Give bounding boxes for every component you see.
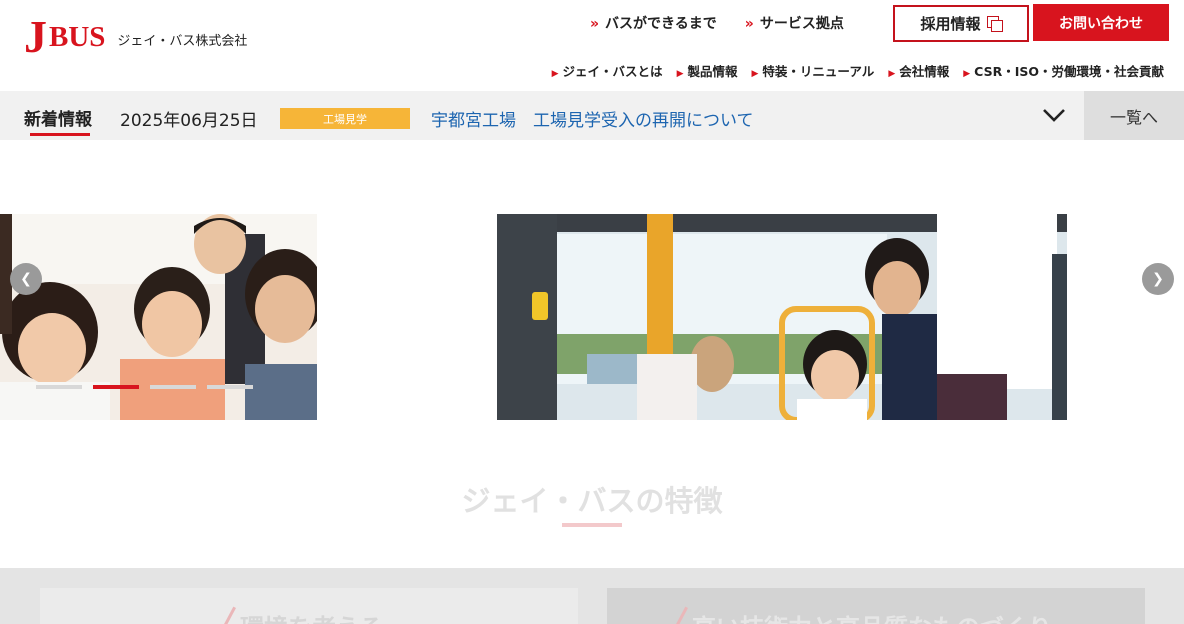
news-heading-underline: [30, 133, 90, 136]
nav-label: サービス拠点: [759, 16, 844, 32]
news-category-badge: 工場見学: [280, 108, 410, 129]
site-logo[interactable]: J BUS ジェイ・バス株式会社: [24, 14, 247, 60]
recruit-button[interactable]: 採用情報: [893, 5, 1029, 42]
nav-how-buses-are-made[interactable]: » バスができるまで: [590, 13, 717, 33]
triangle-right-icon: ▶: [888, 69, 896, 79]
triangle-right-icon: ▶: [551, 69, 559, 79]
external-link-icon: [986, 16, 1003, 32]
children-photo: [0, 214, 317, 420]
logo-j: J: [24, 11, 47, 62]
chevron-right-icon: »: [744, 16, 754, 32]
nav-label: ジェイ・バスとは: [562, 64, 663, 79]
nav-products[interactable]: ▶ 製品情報: [677, 61, 738, 80]
slide-image-bus-interior[interactable]: [497, 214, 1067, 420]
slider-next-button[interactable]: ❯: [1142, 263, 1174, 295]
chevron-right-icon: »: [590, 16, 600, 32]
nav-service-locations[interactable]: » サービス拠点: [745, 13, 844, 33]
chevron-left-icon: ❮: [20, 271, 32, 287]
slider-pagination: [36, 385, 253, 389]
news-heading: 新着情報: [24, 110, 92, 130]
slider-prev-button[interactable]: ❮: [10, 263, 42, 295]
slider-dot[interactable]: [207, 385, 253, 389]
feature-card-technology[interactable]: 高い技術力と高品質なものづくり: [607, 588, 1145, 624]
slash-accent: [675, 606, 688, 624]
triangle-right-icon: ▶: [751, 69, 759, 79]
main-nav: ▶ ジェイ・バスとは ▶ 製品情報 ▶ 特装・リニューアル ▶ 会社情報 ▶ CSR・IS…: [552, 61, 1164, 80]
triangle-right-icon: ▶: [676, 69, 684, 79]
nav-label: 製品情報: [687, 64, 738, 79]
nav-special-renewal[interactable]: ▶ 特装・リニューアル: [752, 61, 875, 80]
slider-dot-active[interactable]: [93, 385, 139, 389]
news-date: 2025年06月25日: [120, 111, 258, 131]
bus-interior-photo: [497, 214, 1067, 420]
nav-label: 会社情報: [899, 64, 950, 79]
features-heading-underline: [562, 523, 622, 527]
company-name: ジェイ・バス株式会社: [117, 34, 248, 49]
chevron-right-icon: ❯: [1152, 271, 1164, 287]
nav-csr[interactable]: ▶ CSR・ISO・労働環境・社会貢献: [963, 61, 1164, 80]
news-bar: 新着情報 2025年06月25日 工場見学 宇都宮工場 工場見学受入の再開につい…: [0, 91, 1184, 140]
nav-about[interactable]: ▶ ジェイ・バスとは: [552, 61, 663, 80]
news-headline-link[interactable]: 宇都宮工場 工場見学受入の再開について: [431, 106, 754, 131]
nav-label: 特装・リニューアル: [762, 64, 875, 79]
feature-card-label: 環境を考える: [240, 608, 383, 624]
news-list-button[interactable]: 一覧へ: [1084, 91, 1184, 140]
chevron-down-icon[interactable]: [1040, 103, 1068, 127]
nav-label: CSR・ISO・労働環境・社会貢献: [974, 64, 1164, 79]
features-heading: ジェイ・バスの特徴: [461, 484, 723, 518]
slash-accent: [223, 606, 236, 624]
nav-company-info[interactable]: ▶ 会社情報: [888, 61, 949, 80]
logo-bus: BUS: [49, 21, 106, 53]
nav-label: バスができるまで: [605, 16, 717, 32]
contact-button[interactable]: お問い合わせ: [1033, 4, 1169, 41]
slider-dot[interactable]: [150, 385, 196, 389]
triangle-right-icon: ▶: [963, 69, 971, 79]
top-nav: » バスができるまで » サービス拠点: [590, 13, 844, 33]
slide-image-children[interactable]: [0, 214, 317, 420]
recruit-label: 採用情報: [920, 15, 981, 33]
slider-dot[interactable]: [36, 385, 82, 389]
feature-card-label: 高い技術力と高品質なものづくり: [692, 608, 1052, 624]
feature-card-environment[interactable]: 環境を考える: [40, 588, 578, 624]
